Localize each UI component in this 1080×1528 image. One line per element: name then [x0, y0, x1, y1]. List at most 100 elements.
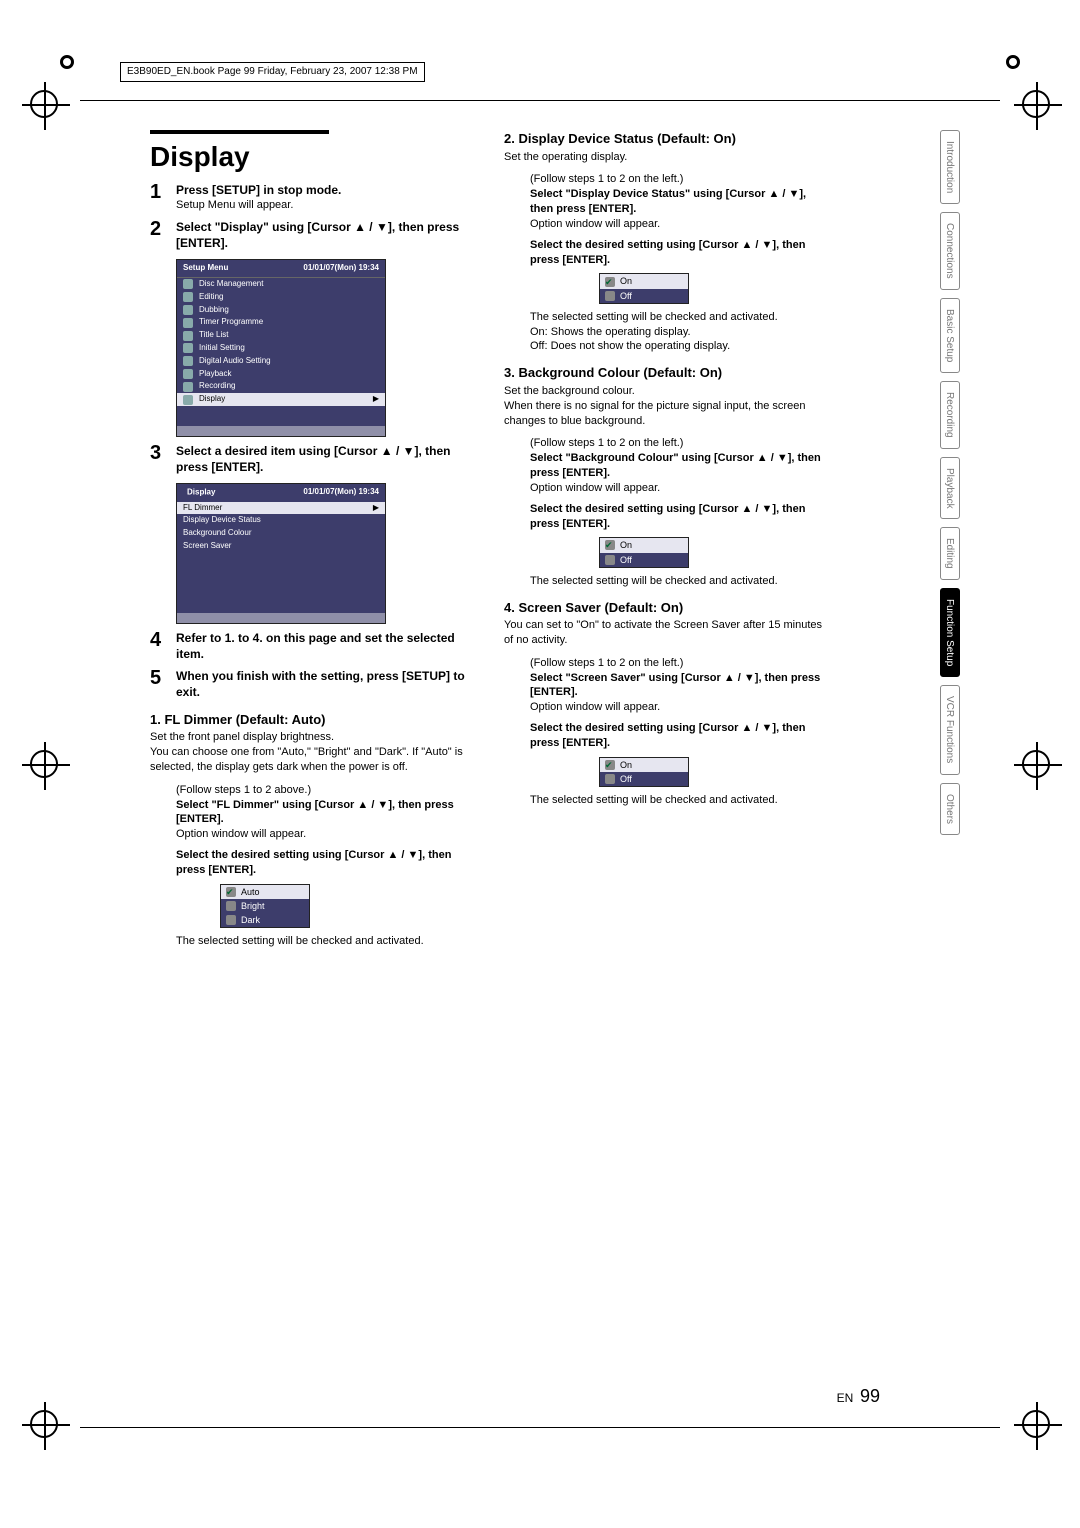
menu-item-icon	[183, 395, 193, 405]
menu-item: Playback	[199, 369, 231, 380]
section-text: You can set to "On" to activate the Scre…	[504, 618, 830, 648]
menu-item-selected: FL Dimmer	[183, 503, 222, 514]
option: Off	[620, 554, 632, 566]
instruction-bold: Select the desired setting using [Cursor…	[530, 722, 805, 749]
check-icon	[605, 540, 615, 550]
crop-mark-icon	[1022, 1410, 1050, 1438]
section-text: You can choose one from "Auto," "Bright"…	[150, 745, 476, 775]
menu-title: Setup Menu	[183, 263, 228, 274]
trim-line	[80, 1427, 1000, 1428]
crop-mark-icon	[30, 750, 58, 778]
menu-item-icon	[183, 318, 193, 328]
tab-basic-setup[interactable]: Basic Setup	[940, 298, 960, 373]
check-icon	[605, 774, 615, 784]
option-appear: Option window will appear.	[530, 481, 830, 496]
chevron-right-icon: ▶	[373, 503, 379, 514]
menu-item: Digital Audio Setting	[199, 356, 271, 367]
instruction-bold: Select "Background Colour" using [Cursor…	[530, 452, 821, 479]
menu-item-icon	[183, 369, 193, 379]
instruction-bold: Select "Screen Saver" using [Cursor ▲ / …	[530, 672, 820, 699]
step-bold: Refer to 1. to 4. on this page and set t…	[176, 631, 455, 661]
crop-ring-left-icon	[60, 55, 74, 69]
page-title: Display	[150, 130, 329, 176]
menu-item-icon	[183, 356, 193, 366]
option: Off	[620, 773, 632, 785]
menu-item: Title List	[199, 330, 229, 341]
step-number: 1	[150, 182, 168, 213]
menu-item: Timer Programme	[199, 317, 263, 328]
tab-others[interactable]: Others	[940, 783, 960, 835]
option-appear: Option window will appear.	[176, 827, 476, 842]
follow-steps: (Follow steps 1 to 2 on the left.)	[530, 436, 830, 451]
setup-menu-figure: Setup Menu 01/01/07(Mon) 19:34 Disc Mana…	[176, 259, 386, 437]
menu-item: Background Colour	[177, 527, 385, 540]
left-column: Display 1 Press [SETUP] in stop mode. Se…	[150, 130, 476, 949]
menu-item-icon	[183, 292, 193, 302]
book-meta: E3B90ED_EN.book Page 99 Friday, February…	[120, 62, 425, 82]
option: Dark	[241, 914, 260, 926]
menu-item: Display Device Status	[177, 514, 385, 527]
page-number: EN 99	[837, 1384, 880, 1408]
step-number: 4	[150, 630, 168, 662]
menu-datetime: 01/01/07(Mon) 19:34	[303, 263, 379, 274]
section-text: Set the operating display.	[504, 150, 830, 165]
step-bold: Press [SETUP] in stop mode.	[176, 183, 341, 197]
option-box: On Off	[599, 273, 689, 303]
tab-vcr-functions[interactable]: VCR Functions	[940, 685, 960, 774]
tab-function-setup[interactable]: Function Setup	[940, 588, 960, 677]
section-text: Set the background colour.	[504, 384, 830, 399]
crop-ring-right-icon	[1006, 55, 1020, 69]
result-text: The selected setting will be checked and…	[176, 934, 476, 949]
section-text: Set the front panel display brightness.	[150, 730, 476, 745]
section-heading: 2. Display Device Status (Default: On)	[504, 130, 830, 148]
follow-steps: (Follow steps 1 to 2 on the left.)	[530, 656, 830, 671]
tab-playback[interactable]: Playback	[940, 457, 960, 520]
crop-mark-icon	[30, 90, 58, 118]
step-bold: When you finish with the setting, press …	[176, 669, 465, 699]
option: Bright	[241, 900, 265, 912]
option-appear: Option window will appear.	[530, 700, 830, 715]
option: On	[620, 759, 632, 771]
tab-introduction[interactable]: Introduction	[940, 130, 960, 204]
menu-item-icon	[183, 343, 193, 353]
tab-connections[interactable]: Connections	[940, 212, 960, 290]
check-icon	[605, 760, 615, 770]
display-menu-figure: Display 01/01/07(Mon) 19:34 FL Dimmer▶ D…	[176, 483, 386, 624]
menu-item-icon	[183, 279, 193, 289]
trim-line	[80, 100, 1000, 101]
chevron-right-icon: ▶	[373, 394, 379, 405]
section-heading: 1. FL Dimmer (Default: Auto)	[150, 711, 476, 729]
menu-item: Screen Saver	[177, 540, 385, 553]
option-box: On Off	[599, 757, 689, 787]
option-appear: Option window will appear.	[530, 217, 830, 232]
step-text: Setup Menu will appear.	[176, 198, 341, 213]
tab-recording[interactable]: Recording	[940, 381, 960, 449]
menu-item-icon	[183, 331, 193, 341]
section-text: When there is no signal for the picture …	[504, 399, 830, 429]
result-text: The selected setting will be checked and…	[530, 310, 830, 325]
instruction-bold: Select "Display Device Status" using [Cu…	[530, 188, 806, 215]
result-text: Off: Does not show the operating display…	[530, 339, 830, 354]
section-heading: 3. Background Colour (Default: On)	[504, 364, 830, 382]
menu-item: Recording	[199, 381, 235, 392]
menu-datetime: 01/01/07(Mon) 19:34	[303, 487, 379, 498]
section-heading: 4. Screen Saver (Default: On)	[504, 599, 830, 617]
check-icon	[605, 291, 615, 301]
instruction-bold: Select the desired setting using [Cursor…	[530, 503, 805, 530]
result-text: On: Shows the operating display.	[530, 325, 830, 340]
step-number: 3	[150, 443, 168, 475]
check-icon	[226, 901, 236, 911]
step-number: 5	[150, 668, 168, 700]
option: On	[620, 539, 632, 551]
crop-mark-icon	[30, 1410, 58, 1438]
instruction-bold: Select the desired setting using [Cursor…	[530, 239, 805, 266]
tab-editing[interactable]: Editing	[940, 527, 960, 580]
result-text: The selected setting will be checked and…	[530, 574, 830, 589]
check-icon	[605, 555, 615, 565]
check-icon	[226, 887, 236, 897]
instruction-bold: Select the desired setting using [Cursor…	[176, 849, 451, 876]
crop-mark-icon	[1022, 90, 1050, 118]
option: Auto	[241, 886, 260, 898]
menu-item-icon	[183, 382, 193, 392]
option-box: Auto Bright Dark	[220, 884, 310, 928]
